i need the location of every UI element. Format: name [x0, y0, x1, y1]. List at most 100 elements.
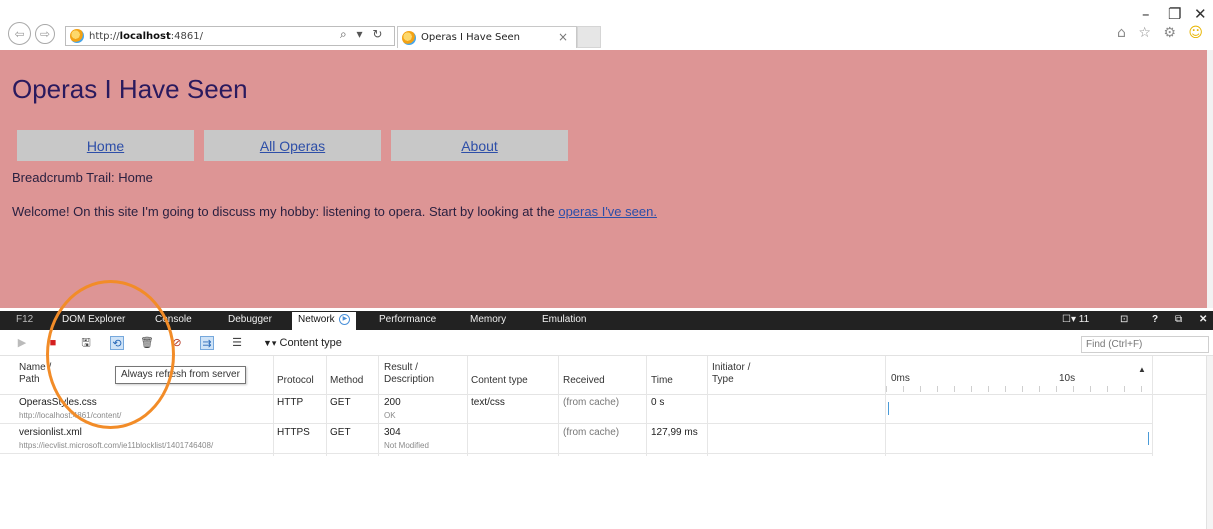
col-content-type-header[interactable]: Content type: [471, 375, 528, 387]
row-description: Not Modified: [384, 441, 429, 450]
clear-session-icon[interactable]: ☰: [230, 336, 244, 350]
tab-title: Operas I Have Seen: [421, 32, 521, 43]
table-row[interactable]: versionlist.xml https://iecvlist.microso…: [0, 424, 1152, 454]
row-description: OK: [384, 411, 396, 420]
f12-label: F12: [16, 314, 34, 325]
minimize-icon[interactable]: –: [1142, 5, 1150, 23]
table-row[interactable]: OperasStyles.css http://localhost:4861/c…: [0, 394, 1152, 424]
breadcrumb: Breadcrumb Trail: Home: [12, 170, 153, 185]
row-received: (from cache): [563, 397, 620, 408]
col-method-header[interactable]: Method: [330, 375, 363, 387]
back-arrow-icon: ⇦: [14, 26, 25, 41]
col-received-header[interactable]: Received: [563, 375, 605, 387]
row-result: 200: [384, 397, 401, 408]
tab-memory[interactable]: Memory: [470, 314, 506, 325]
tab-performance[interactable]: Performance: [379, 314, 436, 325]
ie-favicon-icon: [70, 29, 84, 43]
column-divider[interactable]: [1152, 356, 1153, 456]
welcome-text: Welcome! On this site I'm going to discu…: [12, 204, 657, 219]
menu-item-about[interactable]: About: [391, 130, 568, 161]
find-input[interactable]: Find (Ctrl+F): [1081, 336, 1209, 353]
clear-cache-icon[interactable]: 🗑: [140, 336, 154, 350]
always-refresh-icon[interactable]: ⟲: [110, 336, 124, 350]
row-path: http://localhost:4861/content/: [19, 411, 122, 420]
clear-cookies-icon[interactable]: ⊘: [170, 336, 184, 350]
operas-seen-link[interactable]: operas I've seen.: [558, 204, 657, 219]
devtools-close-icon[interactable]: ✕: [1199, 314, 1207, 325]
col-type-label: Type: [712, 374, 734, 385]
page-scrollbar[interactable]: [1207, 50, 1213, 308]
url-prefix: http://: [89, 30, 120, 42]
devtools-tabbar: F12 DOM Explorer Console Debugger Networ…: [0, 311, 1213, 330]
start-profiling-icon[interactable]: ▶: [15, 336, 29, 350]
row-result: 304: [384, 427, 401, 438]
address-bar-tools[interactable]: ⌕ ▾ ↻: [340, 27, 385, 42]
tab-debugger[interactable]: Debugger: [228, 314, 272, 325]
row-method: GET: [330, 427, 351, 438]
welcome-sentence: Welcome! On this site I'm going to discu…: [12, 204, 559, 219]
row-content-type: text/css: [471, 397, 505, 408]
sort-ascending-icon[interactable]: ▲: [1138, 364, 1146, 376]
new-tab-button[interactable]: [577, 26, 601, 48]
col-result-header[interactable]: Result / Description: [384, 362, 434, 386]
tab-favicon-icon: [402, 30, 416, 45]
col-description-label: Description: [384, 374, 435, 385]
row-time: 0 s: [651, 397, 665, 408]
record-indicator-icon: ▶: [339, 314, 351, 325]
tab-console[interactable]: Console: [155, 314, 192, 325]
stop-profiling-icon[interactable]: ■: [46, 336, 60, 350]
grid-scrollbar[interactable]: [1206, 356, 1213, 529]
web-page: Operas I Have Seen Home All Operas About…: [0, 50, 1207, 308]
row-name: versionlist.xml: [19, 427, 82, 438]
filter-label: Content type: [279, 337, 342, 349]
window-close-icon[interactable]: ✕: [1194, 5, 1207, 23]
filter-icon: ▼▾: [263, 338, 277, 348]
browser-tab[interactable]: Operas I Have Seen ×: [397, 26, 577, 48]
row-path: https://iecvlist.microsoft.com/ie11block…: [19, 441, 214, 450]
tab-dom-explorer[interactable]: DOM Explorer: [62, 314, 125, 325]
col-path-label: Path: [19, 374, 40, 385]
undock-icon[interactable]: ⧉: [1175, 314, 1182, 325]
timeline-start-label: 0ms: [891, 373, 910, 384]
network-toolbar: ▶ ■ 🖫 ⟲ 🗑 ⊘ ⇉ ☰ ▼▾ Content type Find (Ct…: [0, 331, 1213, 356]
content-type-filter[interactable]: ▼▾ Content type: [263, 337, 342, 349]
url-suffix: :4861/: [170, 30, 203, 42]
menu-link-about[interactable]: About: [461, 138, 498, 154]
console-toggle-icon[interactable]: ⊡: [1120, 314, 1128, 325]
menu-item-home[interactable]: Home: [17, 130, 194, 161]
col-protocol-header[interactable]: Protocol: [277, 375, 314, 387]
row-received: (from cache): [563, 427, 620, 438]
menu-link-home[interactable]: Home: [87, 138, 124, 154]
home-star-gear-icons[interactable]: ⌂ ☆ ⚙: [1117, 25, 1188, 41]
tooltip: Always refresh from server: [115, 366, 246, 384]
col-initiator-label: Initiator /: [712, 362, 751, 373]
url-host: localhost: [119, 30, 171, 42]
back-button[interactable]: ⇦: [8, 22, 31, 45]
row-timing-bar: [888, 402, 889, 415]
tab-close-icon[interactable]: ×: [558, 30, 568, 44]
tab-network-label: Network: [298, 314, 335, 326]
export-har-icon[interactable]: 🖫: [79, 336, 93, 350]
page-title: Operas I Have Seen: [12, 74, 248, 104]
forward-button[interactable]: ⇨: [35, 24, 55, 44]
clear-entries-on-navigate-icon[interactable]: ⇉: [200, 336, 214, 350]
col-name-label: Name /: [19, 362, 52, 373]
restore-icon[interactable]: ❐: [1168, 5, 1181, 23]
smiley-icon[interactable]: ☺: [1188, 25, 1207, 41]
row-method: GET: [330, 397, 351, 408]
forward-arrow-icon: ⇨: [39, 27, 51, 41]
row-name: OperasStyles.css: [19, 397, 97, 408]
menu-link-all-operas[interactable]: All Operas: [260, 138, 325, 154]
help-icon[interactable]: ?: [1152, 314, 1158, 325]
col-initiator-header[interactable]: Initiator / Type: [712, 362, 750, 386]
document-mode-selector[interactable]: ☐▾ 11: [1062, 314, 1089, 325]
col-time-header[interactable]: Time: [651, 375, 673, 387]
tab-emulation[interactable]: Emulation: [542, 314, 586, 325]
tab-network[interactable]: Network ▶: [292, 312, 357, 330]
col-result-label: Result /: [384, 362, 418, 373]
row-protocol: HTTP: [277, 397, 304, 408]
col-name-header[interactable]: Name / Path: [19, 362, 51, 386]
row-protocol: HTTPS: [277, 427, 310, 438]
menu-item-all-operas[interactable]: All Operas: [204, 130, 381, 161]
browser-chrome: ⇦ ⇨ http://localhost:4861/ ⌕ ▾ ↻ Operas …: [0, 0, 1213, 50]
